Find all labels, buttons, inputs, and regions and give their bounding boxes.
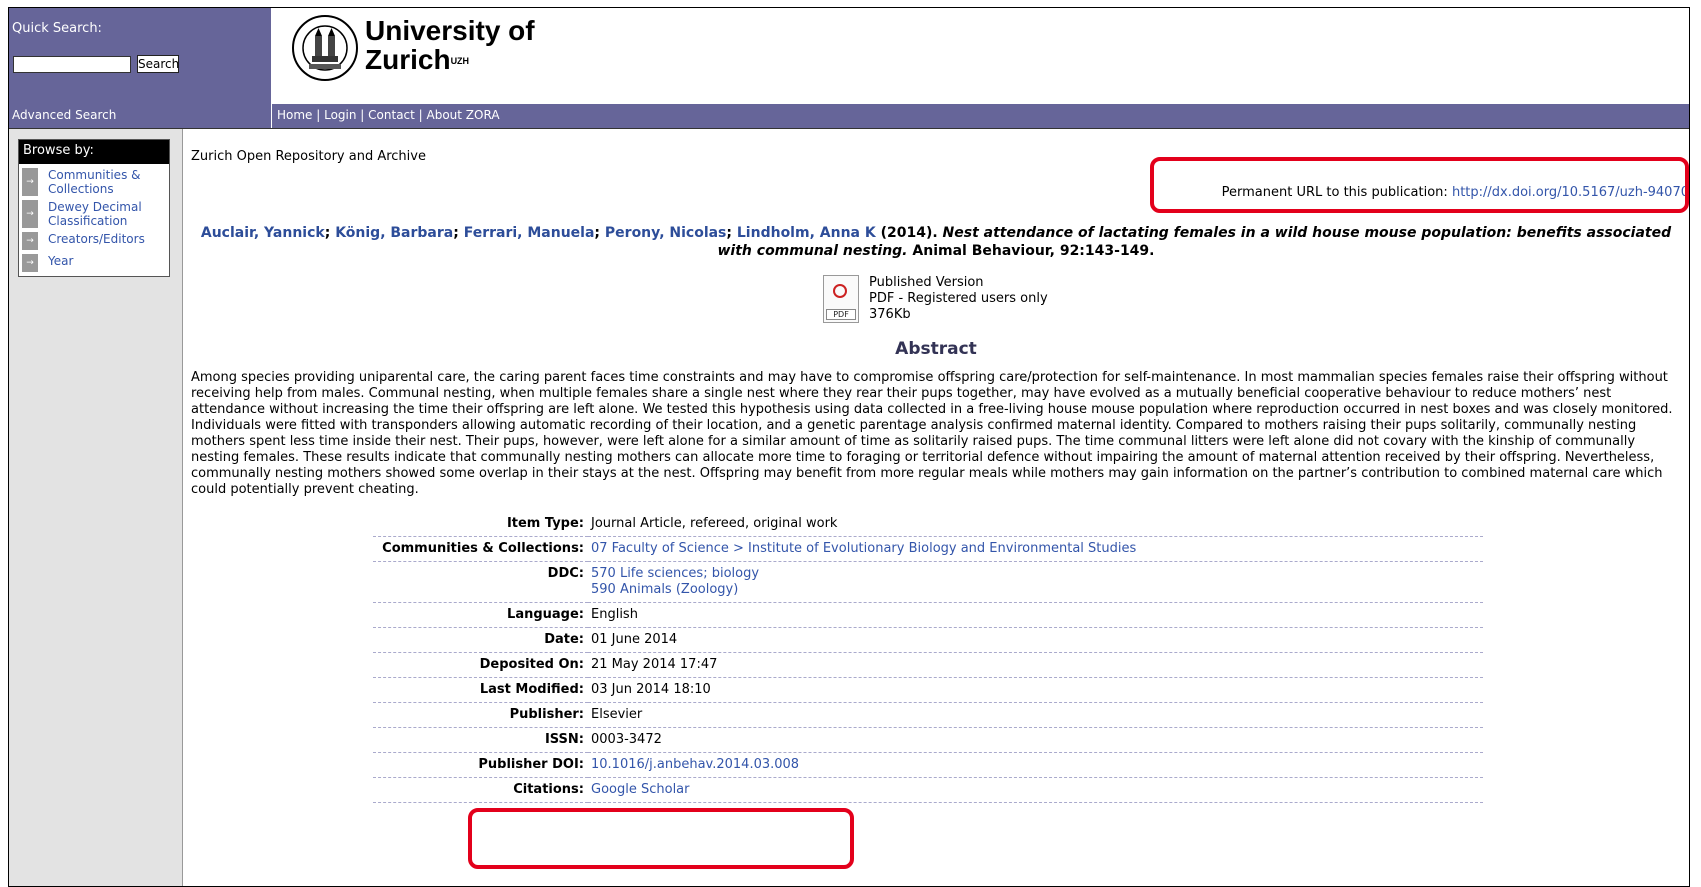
- logo-sup: UZH: [450, 56, 470, 66]
- table-row: Publisher DOI: 10.1016/j.anbehav.2014.03…: [373, 752, 1483, 778]
- pdf-download[interactable]: PDF Published Version PDF - Registered u…: [823, 275, 1123, 325]
- publication-year: (2014).: [880, 225, 938, 241]
- pdf-icon[interactable]: PDF: [823, 275, 859, 323]
- pdf-access: PDF - Registered users only: [869, 291, 1048, 306]
- university-logo-text[interactable]: University of ZurichUZH: [365, 16, 535, 74]
- nav-separator: |: [312, 108, 325, 122]
- meta-label: Item Type:: [373, 512, 588, 537]
- meta-label: Language:: [373, 602, 588, 628]
- meta-value: 21 May 2014 17:47: [588, 652, 1483, 678]
- table-row: Communities & Collections: 07 Faculty of…: [373, 536, 1483, 562]
- sidebar-item-label[interactable]: Dewey Decimal Classification: [48, 200, 142, 228]
- browse-box: Browse by: → Communities & Collections →…: [18, 139, 170, 277]
- table-row: Date: 01 June 2014: [373, 627, 1483, 653]
- metadata-table: Item Type: Journal Article, refereed, or…: [373, 512, 1483, 803]
- abstract-text: Among species providing uniparental care…: [191, 370, 1673, 497]
- author-link[interactable]: Lindholm, Anna K: [737, 225, 876, 241]
- arrow-right-icon: →: [22, 232, 38, 250]
- meta-value: 03 Jun 2014 18:10: [588, 677, 1483, 703]
- table-row: Last Modified: 03 Jun 2014 18:10: [373, 677, 1483, 703]
- meta-label: Last Modified:: [373, 677, 588, 703]
- repository-title: Zurich Open Repository and Archive: [191, 149, 426, 164]
- nav-login-link[interactable]: Login: [324, 108, 356, 122]
- ddc-link[interactable]: 590 Animals (Zoology): [591, 582, 738, 597]
- logo-line2: Zurich: [365, 44, 451, 75]
- publisher-doi-link[interactable]: 10.1016/j.anbehav.2014.03.008: [591, 757, 799, 772]
- meta-value: English: [588, 602, 1483, 628]
- pdf-size: 376Kb: [869, 307, 911, 322]
- sidebar-item-creators[interactable]: → Creators/Editors: [22, 232, 166, 250]
- main-content: Zurich Open Repository and Archive Perma…: [183, 129, 1689, 886]
- citation: Auclair, Yannick; König, Barbara; Ferrar…: [200, 225, 1672, 259]
- browse-title: Browse by:: [19, 140, 169, 164]
- table-row: Deposited On: 21 May 2014 17:47: [373, 652, 1483, 678]
- meta-label: Communities & Collections:: [373, 536, 588, 562]
- search-button[interactable]: Search: [137, 55, 179, 73]
- meta-value: 07 Faculty of Science > Institute of Evo…: [588, 536, 1483, 562]
- meta-value: Google Scholar: [588, 777, 1483, 803]
- nav-contact-link[interactable]: Contact: [368, 108, 415, 122]
- page-frame: Quick Search: Search University of Zuric…: [8, 7, 1690, 887]
- nav-bar: Advanced Search Home | Login | Contact |…: [9, 104, 1689, 129]
- nav-home-link[interactable]: Home: [277, 108, 312, 122]
- table-row: DDC: 570 Life sciences; biology 590 Anima…: [373, 561, 1483, 603]
- arrow-right-icon: →: [22, 168, 38, 196]
- author-link[interactable]: Ferrari, Manuela: [464, 225, 595, 241]
- sidebar: Browse by: → Communities & Collections →…: [9, 129, 183, 886]
- nav-separator: |: [356, 108, 369, 122]
- journal-ref: Animal Behaviour, 92:143-149.: [912, 243, 1155, 259]
- meta-label: Deposited On:: [373, 652, 588, 678]
- meta-label: Publisher DOI:: [373, 752, 588, 778]
- meta-value: Elsevier: [588, 702, 1483, 728]
- pdf-info: Published Version PDF - Registered users…: [869, 275, 1048, 323]
- sidebar-item-year[interactable]: → Year: [22, 254, 166, 272]
- nav-separator: |: [414, 108, 427, 122]
- advanced-search-link[interactable]: Advanced Search: [12, 108, 116, 122]
- sidebar-item-label[interactable]: Creators/Editors: [48, 232, 145, 246]
- author-link[interactable]: Perony, Nicolas: [605, 225, 727, 241]
- meta-label: Date:: [373, 627, 588, 653]
- sidebar-item-label[interactable]: Year: [48, 254, 73, 268]
- meta-value: 10.1016/j.anbehav.2014.03.008: [588, 752, 1483, 778]
- quick-search-panel: Quick Search: Search: [9, 8, 271, 104]
- table-row: Language: English: [373, 602, 1483, 628]
- ddc-link[interactable]: 570 Life sciences; biology: [591, 566, 759, 581]
- abstract-heading: Abstract: [895, 339, 977, 359]
- table-row: ISSN: 0003-3472: [373, 727, 1483, 753]
- top-nav-links: Home | Login | Contact | About ZORA: [277, 108, 500, 122]
- logo-line1: University of: [365, 15, 535, 46]
- nav-divider: [271, 104, 272, 128]
- meta-value: Journal Article, refereed, original work: [588, 512, 1483, 537]
- university-seal-icon: [292, 15, 358, 81]
- logo-area: University of ZurichUZH: [271, 8, 1689, 104]
- quick-search-input[interactable]: [13, 56, 131, 73]
- meta-label: ISSN:: [373, 727, 588, 753]
- table-row: Item Type: Journal Article, refereed, or…: [373, 512, 1483, 537]
- table-row: Publisher: Elsevier: [373, 702, 1483, 728]
- meta-label: DDC:: [373, 561, 588, 603]
- nav-about-link[interactable]: About ZORA: [427, 108, 500, 122]
- quick-search-label: Quick Search:: [12, 21, 102, 36]
- highlight-permanent-url: [1150, 157, 1689, 213]
- sidebar-item-collections[interactable]: → Communities & Collections: [22, 168, 166, 196]
- meta-label: Citations:: [373, 777, 588, 803]
- meta-value: 570 Life sciences; biology 590 Animals (Z…: [588, 561, 1483, 603]
- highlight-publisher-doi: [468, 808, 854, 869]
- meta-value: 01 June 2014: [588, 627, 1483, 653]
- collection-link[interactable]: 07 Faculty of Science > Institute of Evo…: [591, 541, 1136, 556]
- pdf-version: Published Version: [869, 275, 984, 290]
- meta-value: 0003-3472: [588, 727, 1483, 753]
- google-scholar-link[interactable]: Google Scholar: [591, 782, 690, 797]
- arrow-right-icon: →: [22, 254, 38, 272]
- pdf-icon-label: PDF: [826, 309, 856, 320]
- author-link[interactable]: König, Barbara: [335, 225, 453, 241]
- meta-label: Publisher:: [373, 702, 588, 728]
- sidebar-item-ddc[interactable]: → Dewey Decimal Classification: [22, 200, 166, 228]
- table-row: Citations: Google Scholar: [373, 777, 1483, 803]
- arrow-right-icon: →: [22, 200, 38, 228]
- sidebar-item-label[interactable]: Communities & Collections: [48, 168, 141, 196]
- author-link[interactable]: Auclair, Yannick: [201, 225, 325, 241]
